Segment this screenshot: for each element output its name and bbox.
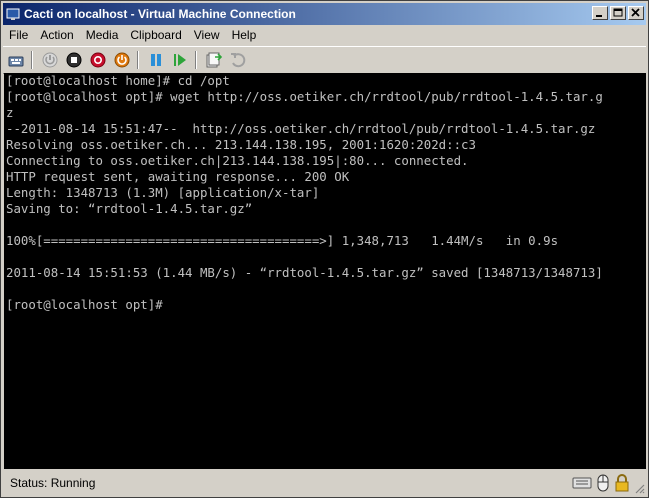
shut-down-button[interactable]	[87, 49, 109, 71]
terminal-line: [root@localhost home]# cd /opt	[6, 73, 230, 88]
maximize-icon	[613, 8, 623, 17]
terminal-line: --2011-08-14 15:51:47-- http://oss.oetik…	[6, 121, 596, 136]
revert-button[interactable]	[227, 49, 249, 71]
lock-icon	[615, 474, 629, 492]
vm-connection-window: Cacti on localhost - Virtual Machine Con…	[0, 0, 649, 498]
turn-off-button[interactable]	[63, 49, 85, 71]
title-bar[interactable]: Cacti on localhost - Virtual Machine Con…	[3, 3, 646, 25]
close-button[interactable]	[628, 6, 644, 20]
close-icon	[631, 8, 640, 17]
ctrl-alt-del-icon	[8, 56, 24, 67]
resume-button[interactable]	[169, 49, 191, 71]
maximize-button[interactable]	[610, 6, 626, 20]
terminal-line: Connecting to oss.oetiker.ch|213.144.138…	[6, 153, 469, 168]
minimize-icon	[596, 15, 602, 17]
menu-help[interactable]: Help	[226, 28, 263, 42]
window-controls	[590, 6, 644, 20]
pause-button[interactable]	[145, 49, 167, 71]
revert-icon	[231, 53, 246, 68]
toolbar	[3, 46, 646, 74]
terminal-line: [root@localhost opt]#	[6, 297, 163, 312]
turn-off-icon	[66, 52, 82, 68]
vm-connection-icon	[6, 7, 20, 21]
keyboard-icon	[572, 477, 592, 489]
menu-bar: File Action Media Clipboard View Help	[3, 26, 646, 44]
terminal-line: HTTP request sent, awaiting response... …	[6, 169, 350, 184]
mouse-icon	[597, 474, 609, 492]
snapshot-button[interactable]	[203, 49, 225, 71]
terminal-line: z	[6, 105, 14, 120]
toolbar-separator	[31, 51, 33, 69]
save-state-button[interactable]	[111, 49, 133, 71]
minimize-button[interactable]	[592, 6, 608, 20]
start-button[interactable]	[39, 49, 61, 71]
terminal-line: Resolving oss.oetiker.ch... 213.144.138.…	[6, 137, 476, 152]
terminal-line: 100%[===================================…	[6, 233, 559, 248]
ctrl-alt-del-button[interactable]	[5, 49, 27, 71]
toolbar-separator	[195, 51, 197, 69]
menu-clipboard[interactable]: Clipboard	[124, 28, 187, 42]
status-icons	[572, 474, 630, 492]
menu-file[interactable]: File	[3, 28, 34, 42]
save-icon	[114, 52, 130, 68]
resize-grip-icon[interactable]	[633, 482, 645, 494]
terminal-line: Saving to: “rrdtool-1.4.5.tar.gz”	[6, 201, 253, 216]
terminal-line: Length: 1348713 (1.3M) [application/x-ta…	[6, 185, 320, 200]
status-text: Status: Running	[10, 476, 96, 490]
toolbar-separator	[137, 51, 139, 69]
menu-media[interactable]: Media	[80, 28, 125, 42]
menu-view[interactable]: View	[188, 28, 226, 42]
start-icon	[42, 52, 58, 68]
terminal-line: [root@localhost opt]# wget http://oss.oe…	[6, 89, 603, 104]
snapshot-icon	[206, 52, 223, 68]
resume-icon	[174, 54, 186, 66]
menu-action[interactable]: Action	[34, 28, 79, 42]
pause-icon	[151, 54, 161, 66]
vm-console-screen[interactable]: [root@localhost home]# cd /opt [root@loca…	[4, 73, 646, 469]
status-bar: Status: Running	[3, 471, 646, 495]
terminal-line: 2011-08-14 15:51:53 (1.44 MB/s) - “rrdto…	[6, 265, 603, 280]
shut-down-icon	[90, 52, 106, 68]
window-title: Cacti on localhost - Virtual Machine Con…	[24, 7, 296, 21]
